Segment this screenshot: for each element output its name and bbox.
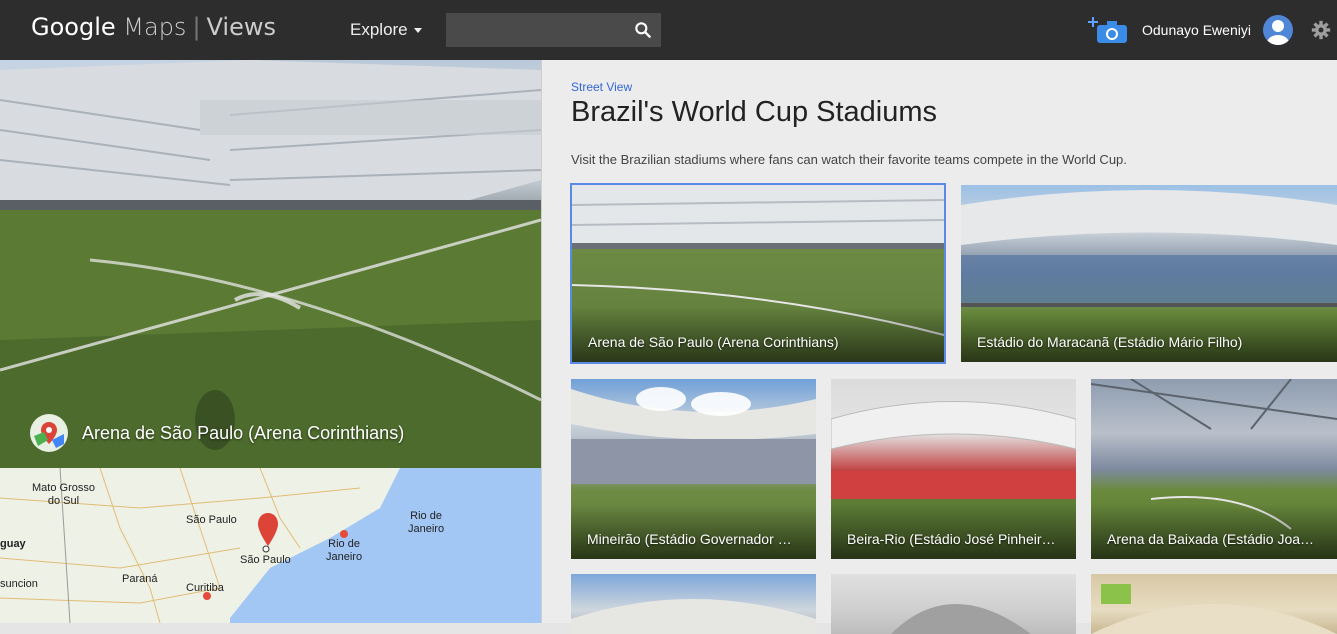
- user-name[interactable]: Odunayo Eweniyi: [1142, 22, 1251, 38]
- panorama-caption: Arena de São Paulo (Arena Corinthians): [30, 414, 404, 452]
- street-view-panorama[interactable]: [0, 60, 541, 468]
- tile-title: Estádio do Maracanã (Estádio Mário Filho…: [977, 334, 1243, 350]
- map-label-sao-paulo-state: São Paulo: [186, 514, 237, 526]
- tile-title: Arena de São Paulo (Arena Corinthians): [588, 334, 839, 350]
- stadium-thumbnail: [891, 604, 1031, 634]
- logo-maps-text: Maps: [123, 13, 187, 41]
- tile-title: Beira-Rio (Estádio José Pinheiro Borda): [847, 531, 1060, 547]
- tile-title: Arena da Baixada (Estádio Joaquim Améric…: [1107, 531, 1321, 547]
- page-title: Brazil's World Cup Stadiums: [571, 96, 938, 128]
- map-pin-icon[interactable]: [258, 513, 278, 546]
- explore-label: Explore: [350, 20, 408, 39]
- stadium-panorama-image: [0, 60, 541, 468]
- top-bar: Google Maps | Views Explore Odunayo Eweniy…: [0, 0, 1337, 60]
- panorama-title: Arena de São Paulo (Arena Corinthians): [82, 422, 405, 443]
- map-label-sao-paulo-city: São Paulo: [240, 554, 291, 566]
- logo-google-text: Google: [31, 13, 116, 41]
- explore-menu[interactable]: Explore: [350, 20, 422, 40]
- stadium-tile[interactable]: Beira-Rio (Estádio José Pinheiro Borda): [831, 379, 1076, 559]
- search-input[interactable]: [446, 13, 642, 47]
- chevron-down-icon: [413, 27, 422, 33]
- breadcrumb[interactable]: Street View: [571, 80, 632, 94]
- collection-panel: Street View Brazil's World Cup Stadiums …: [542, 60, 1337, 634]
- stadium-tile[interactable]: Estádio do Maracanã (Estádio Mário Filho…: [961, 185, 1337, 362]
- map-label-curitiba: Curitiba: [186, 582, 224, 594]
- stadium-tile[interactable]: Arena da Baixada (Estádio Joaquim Améric…: [1091, 379, 1337, 559]
- location-map[interactable]: Mato Grosso do Sul São Paulo São Paulo R…: [0, 468, 541, 623]
- map-label-rio-state: Rio de Janeiro: [408, 510, 445, 535]
- map-label-asuncion: suncion: [0, 578, 38, 590]
- map-label-rio-city: Rio de Janeiro: [326, 538, 363, 563]
- stadium-tile[interactable]: [831, 574, 1076, 634]
- google-maps-views-logo[interactable]: Google Maps | Views: [31, 13, 276, 41]
- avatar[interactable]: [1263, 15, 1293, 45]
- search-icon[interactable]: [633, 20, 653, 40]
- stadium-tile[interactable]: Mineirão (Estádio Governador Magalhães P…: [571, 379, 816, 559]
- stadium-thumbnail: [571, 599, 816, 634]
- logo-views-text: Views: [206, 13, 276, 41]
- map-label-mato-grosso: Mato Grosso do Sul: [32, 482, 95, 507]
- add-photo-camera-icon[interactable]: [1087, 15, 1129, 45]
- gear-icon[interactable]: [1311, 20, 1331, 40]
- stadium-thumbnail: [1091, 584, 1337, 634]
- pegman-map-icon[interactable]: [30, 414, 68, 452]
- stadium-tile[interactable]: [1091, 574, 1337, 634]
- stadium-tile[interactable]: [571, 574, 816, 634]
- map-label-guay: guay: [0, 538, 26, 550]
- tile-title: Mineirão (Estádio Governador Magalhães P…: [587, 531, 800, 547]
- stadium-tile[interactable]: Arena de São Paulo (Arena Corinthians): [572, 185, 944, 362]
- user-icon: [1267, 20, 1289, 45]
- search-box: [446, 13, 661, 47]
- page-description: Visit the Brazilian stadiums where fans …: [571, 152, 1127, 167]
- map-label-parana: Paraná: [122, 573, 158, 585]
